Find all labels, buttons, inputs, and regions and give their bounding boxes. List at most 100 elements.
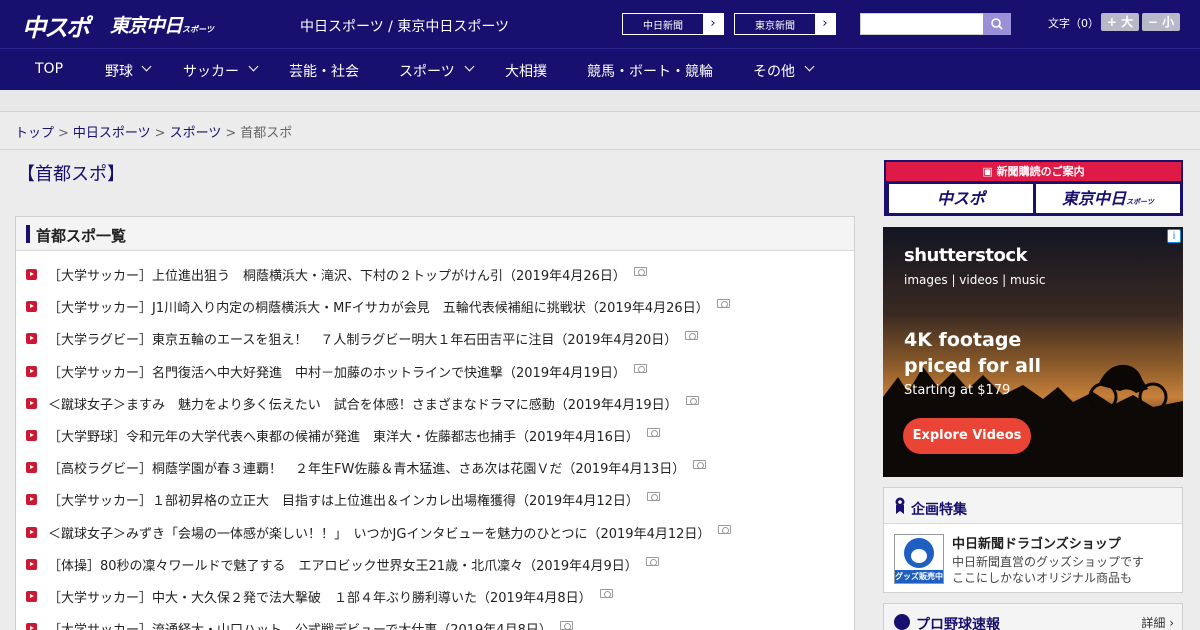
arrow-bullet-icon bbox=[26, 590, 37, 602]
news-list-panel: 首都スポ一覧 ［大学サッカー］上位進出狙う 桐蔭横浜大・滝沢、下村の２トップがけ… bbox=[15, 216, 855, 630]
arrow-bullet-icon bbox=[26, 558, 37, 570]
chevron-down-icon bbox=[248, 61, 259, 72]
dragons-shop-description: 中日新聞直営のグッズショップです ここにしかないオリジナル商品も bbox=[952, 555, 1145, 585]
nav-item-entertainment[interactable]: 芸能・社会 bbox=[289, 61, 359, 81]
list-item[interactable]: ［大学ラグビー］東京五輪のエースを狙え！ ７人制ラグビー明大１年石田吉平に注目（… bbox=[16, 329, 854, 361]
camera-icon bbox=[718, 524, 731, 534]
arrow-bullet-icon bbox=[26, 462, 37, 474]
news-headline-link[interactable]: ［大学ラグビー］東京五輪のエースを狙え！ ７人制ラグビー明大１年石田吉平に注目（… bbox=[48, 329, 677, 348]
camera-icon bbox=[647, 492, 660, 502]
news-headline-link[interactable]: ［大学サッカー］１部初昇格の立正大 目指すは上位進出＆インカレ出場権獲得（201… bbox=[48, 490, 639, 509]
chunichi-shimbun-link[interactable]: 中日新聞 › bbox=[622, 13, 724, 35]
camera-icon bbox=[600, 588, 613, 598]
feature-header: 企画特集 bbox=[884, 488, 1182, 524]
news-headline-link[interactable]: ＜蹴球女子＞ますみ 魅力をより多く伝えたい 試合を体感！さまざまなドラマに感動（… bbox=[48, 394, 678, 413]
news-headline-link[interactable]: ［体操］80秒の凜々ワールドで魅了する エアロビック世界女王21歳・北爪凜々（2… bbox=[48, 555, 638, 574]
arrow-bullet-icon bbox=[26, 269, 37, 280]
arrow-bullet-icon bbox=[26, 301, 37, 313]
camera-icon bbox=[646, 556, 659, 566]
baseball-icon bbox=[894, 614, 910, 630]
nav-item-soccer[interactable]: サッカー bbox=[183, 61, 239, 81]
chevron-down-icon bbox=[141, 61, 152, 72]
heading-bar bbox=[26, 225, 30, 243]
tokyo-shimbun-link[interactable]: 東京新聞 › bbox=[734, 13, 836, 35]
pro-baseball-box: プロ野球速報 詳細 › bbox=[883, 603, 1183, 630]
camera-icon bbox=[647, 427, 660, 437]
nav-item-sumo[interactable]: 大相撲 bbox=[505, 61, 547, 81]
ribbon-icon bbox=[895, 497, 905, 514]
advertisement[interactable]: shutterstock images | videos | music 4K … bbox=[883, 227, 1183, 477]
feature-box: 企画特集 グッズ販売中 中日新聞ドラゴンズショップ 中日新聞直営のグッズショップ… bbox=[883, 487, 1183, 593]
ad-brand: shutterstock bbox=[904, 245, 1027, 266]
search-input[interactable] bbox=[860, 13, 984, 35]
tokyo-chunichi-logo[interactable]: 東京中日スポーツ bbox=[110, 11, 214, 38]
news-headline-link[interactable]: ［大学サッカー］中大・大久保２発で法大撃破 １部４年ぶり勝利導いた（2019年4… bbox=[48, 587, 592, 606]
list-item[interactable]: ［大学サッカー］上位進出狙う 桐蔭横浜大・滝沢、下村の２トップがけん引（2019… bbox=[16, 265, 854, 297]
news-headline-link[interactable]: ［大学野球］令和元年の大学代表へ東都の候補が発進 東洋大・佐藤都志也捕手（201… bbox=[48, 426, 639, 445]
subscription-header: ▣ 新聞購読のご案内 bbox=[886, 162, 1181, 181]
news-headline-link[interactable]: ＜蹴球女子＞みずき「会場の一体感が楽しい！！」 いつかJGインタビューを魅力のひ… bbox=[48, 523, 710, 542]
sub-header-band bbox=[0, 90, 1200, 112]
camera-icon bbox=[685, 331, 698, 341]
list-item[interactable]: ［大学野球］令和元年の大学代表へ東都の候補が発進 東洋大・佐藤都志也捕手（201… bbox=[16, 426, 854, 458]
font-smaller-button[interactable]: − 小 bbox=[1142, 13, 1180, 31]
breadcrumb-chunichi-sports[interactable]: 中日スポーツ bbox=[73, 126, 151, 141]
search-button[interactable] bbox=[983, 13, 1011, 35]
nav-item-racing[interactable]: 競馬・ボート・競輪 bbox=[587, 61, 713, 81]
subscription-banner[interactable]: ▣ 新聞購読のご案内 中スポ 東京中日スポーツ bbox=[884, 160, 1183, 216]
news-headline-link[interactable]: ［大学サッカー］J1川崎入り内定の桐蔭横浜大・MFイサカが会見 五輪代表候補組に… bbox=[48, 297, 709, 316]
arrow-bullet-icon bbox=[26, 623, 37, 630]
divider bbox=[0, 149, 1200, 150]
nav-item-top[interactable]: TOP bbox=[35, 61, 63, 77]
breadcrumb-current: 首都スポ bbox=[240, 126, 293, 141]
search-icon bbox=[991, 18, 1003, 30]
camera-icon bbox=[693, 460, 706, 470]
camera-icon bbox=[686, 395, 699, 405]
list-item[interactable]: ［大学サッカー］流通経大・山口ハット 公式戦デビューで大仕事（2019年4月8日… bbox=[16, 619, 854, 630]
news-headline-link[interactable]: ［高校ラグビー］桐蔭学園が春３連覇！ ２年生FW佐藤＆青木猛進、さあ次は花園Ｖだ… bbox=[48, 458, 685, 477]
news-headline-link[interactable]: ［大学サッカー］上位進出狙う 桐蔭横浜大・滝沢、下村の２トップがけん引（2019… bbox=[48, 265, 626, 284]
pro-baseball-details-link[interactable]: 詳細 › bbox=[1141, 614, 1174, 630]
panel-title: 首都スポ一覧 bbox=[36, 227, 127, 245]
nav-item-baseball[interactable]: 野球 bbox=[105, 61, 133, 81]
top-bar: 中スポ 東京中日スポーツ 中日スポーツ / 東京中日スポーツ 中日新聞 › 東京… bbox=[0, 0, 1200, 48]
news-headline-link[interactable]: ［大学サッカー］流通経大・山口ハット 公式戦デビューで大仕事（2019年4月8日… bbox=[48, 619, 552, 630]
arrow-bullet-icon bbox=[26, 397, 37, 409]
breadcrumb-sports[interactable]: スポーツ bbox=[170, 126, 222, 141]
chevron-down-icon bbox=[804, 61, 815, 72]
subscribe-chuspo-button[interactable]: 中スポ bbox=[889, 184, 1033, 213]
main-nav: TOP 野球 サッカー 芸能・社会 スポーツ 大相撲 競馬・ボート・競輪 その他 bbox=[0, 48, 1200, 90]
news-headline-link[interactable]: ［大学サッカー］名門復活へ中大好発進 中村－加藤のホットラインで快進撃（2019… bbox=[48, 362, 626, 381]
nav-item-other[interactable]: その他 bbox=[753, 61, 795, 81]
list-item[interactable]: ［大学サッカー］J1川崎入り内定の桐蔭横浜大・MFイサカが会見 五輪代表候補組に… bbox=[16, 297, 854, 329]
list-item[interactable]: ＜蹴球女子＞みずき「会場の一体感が楽しい！！」 いつかJGインタビューを魅力のひ… bbox=[16, 523, 854, 555]
camera-icon bbox=[717, 299, 730, 309]
mascot-image bbox=[904, 538, 934, 568]
chuspo-logo[interactable]: 中スポ bbox=[22, 8, 90, 43]
chevron-right-icon: › bbox=[703, 14, 723, 34]
page-title: 【首都スポ】 bbox=[17, 164, 125, 185]
dragons-shop-thumbnail[interactable]: グッズ販売中 bbox=[894, 534, 944, 584]
list-item[interactable]: ［体操］80秒の凜々ワールドで魅了する エアロビック世界女王21歳・北爪凜々（2… bbox=[16, 555, 854, 587]
arrow-bullet-icon bbox=[26, 333, 37, 345]
ad-cta-button[interactable]: Explore Videos bbox=[903, 418, 1031, 454]
list-item[interactable]: ［大学サッカー］中大・大久保２発で法大撃破 １部４年ぶり勝利導いた（2019年4… bbox=[16, 587, 854, 619]
ad-price: Starting at $179 bbox=[904, 383, 1011, 398]
font-larger-button[interactable]: + 大 bbox=[1101, 13, 1139, 31]
list-item[interactable]: ［大学サッカー］１部初昇格の立正大 目指すは上位進出＆インカレ出場権獲得（201… bbox=[16, 490, 854, 522]
chevron-down-icon bbox=[464, 61, 475, 72]
thumbnail-label: グッズ販売中 bbox=[895, 570, 943, 583]
list-item[interactable]: ［大学サッカー］名門復活へ中大好発進 中村－加藤のホットラインで快進撃（2019… bbox=[16, 362, 854, 394]
list-item[interactable]: ［高校ラグビー］桐蔭学園が春３連覇！ ２年生FW佐藤＆青木猛進、さあ次は花園Ｖだ… bbox=[16, 458, 854, 490]
breadcrumb-top[interactable]: トップ bbox=[15, 126, 54, 141]
nav-item-sports[interactable]: スポーツ bbox=[399, 61, 455, 81]
chevron-right-icon: › bbox=[815, 14, 835, 34]
dragons-shop-link[interactable]: 中日新聞ドラゴンズショップ bbox=[952, 533, 1121, 552]
ad-info-icon[interactable]: i bbox=[1167, 229, 1181, 243]
arrow-bullet-icon bbox=[26, 429, 37, 441]
pro-baseball-title: プロ野球速報 bbox=[916, 617, 1000, 630]
list-item[interactable]: ＜蹴球女子＞ますみ 魅力をより多く伝えたい 試合を体感！さまざまなドラマに感動（… bbox=[16, 394, 854, 426]
feature-title: 企画特集 bbox=[911, 502, 967, 518]
subscribe-tokyo-button[interactable]: 東京中日スポーツ bbox=[1036, 184, 1180, 213]
ad-headline: 4K footage priced for all bbox=[904, 329, 1041, 377]
